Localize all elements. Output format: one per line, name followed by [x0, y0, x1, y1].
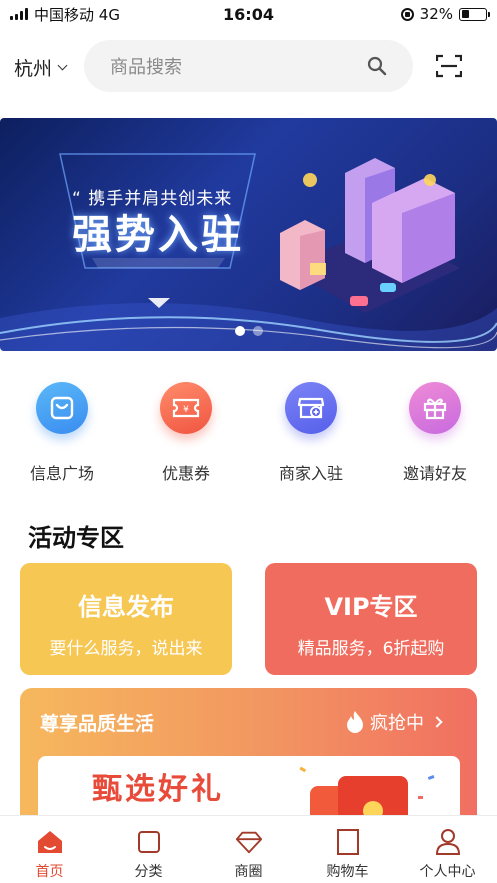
quick-item-label: 邀请好友: [402, 464, 467, 483]
banner-carousel[interactable]: “ 携手并肩共创未来 强势入驻: [0, 118, 497, 351]
tab-business-district[interactable]: 商圈: [199, 816, 298, 883]
card-title: 信息发布: [78, 593, 174, 621]
bottom-tab-bar: 首页 分类 商圈 购物车 个人中心: [0, 815, 497, 883]
quick-menu: 信息广场 ¥ 优惠券 商家入驻 邀请好友: [0, 382, 497, 484]
city-name: 杭州: [14, 58, 53, 80]
card-subtitle: 要什么服务，说出来: [49, 639, 203, 659]
card-subtitle: 精品服务，6折起购: [297, 639, 445, 659]
bag-icon: [36, 382, 88, 434]
flame-icon: [347, 711, 363, 733]
chevron-down-icon: [57, 60, 68, 70]
tab-home[interactable]: 首页: [0, 816, 99, 883]
tab-label: 首页: [35, 864, 64, 880]
info-publish-card[interactable]: 信息发布 要什么服务，说出来: [20, 563, 232, 675]
gift-icon: [409, 382, 461, 434]
vip-zone-card[interactable]: VIP专区 精品服务，6折起购: [265, 563, 477, 675]
carousel-dot[interactable]: [252, 326, 263, 336]
tab-label: 购物车: [326, 864, 369, 880]
diamond-icon: [235, 828, 263, 856]
scan-icon[interactable]: [436, 54, 462, 78]
banner-title: 强势入驻: [72, 212, 244, 258]
battery-percent: 32%: [419, 5, 453, 23]
promo-more-label: 疯抢中: [370, 713, 424, 734]
quick-item-coupon[interactable]: ¥ 优惠券: [131, 382, 241, 484]
tab-label: 个人中心: [419, 864, 476, 880]
section-title: 活动专区: [28, 524, 124, 552]
cart-icon: [334, 828, 362, 856]
signal-icon: [10, 8, 28, 20]
category-icon: [135, 828, 163, 856]
quick-item-label: 信息广场: [29, 464, 94, 483]
carousel-dot[interactable]: [234, 326, 245, 336]
promo-title: 尊享品质生活: [40, 713, 155, 735]
battery-icon: [459, 7, 490, 21]
quick-item-label: 商家入驻: [278, 464, 343, 483]
search-input[interactable]: 商品搜索: [84, 40, 413, 92]
tab-profile[interactable]: 个人中心: [398, 816, 497, 883]
top-header: 杭州 商品搜索: [0, 40, 497, 92]
quick-item-merchant-join[interactable]: 商家入驻: [256, 382, 366, 484]
card-title: VIP专区: [324, 593, 418, 621]
search-icon[interactable]: [367, 56, 387, 76]
tab-category[interactable]: 分类: [99, 816, 198, 883]
chevron-right-icon: [431, 716, 443, 728]
city-selector[interactable]: 杭州: [14, 54, 68, 81]
rotation-lock-icon: [400, 7, 414, 21]
status-bar: 中国移动 4G 16:04 32%: [0, 0, 497, 28]
quick-item-info-square[interactable]: 信息广场: [7, 382, 117, 484]
tab-cart[interactable]: 购物车: [298, 816, 397, 883]
tab-label: 分类: [134, 864, 163, 880]
user-icon: [434, 828, 462, 856]
home-icon: [36, 828, 64, 856]
carousel-indicator: [0, 326, 497, 336]
coupon-icon: ¥: [160, 382, 212, 434]
promo-more-link[interactable]: 疯抢中: [346, 709, 443, 735]
svg-text:¥: ¥: [183, 405, 189, 415]
tab-label: 商圈: [234, 864, 263, 880]
quick-item-invite-friends[interactable]: 邀请好友: [380, 382, 490, 484]
store-icon: [285, 382, 337, 434]
search-placeholder: 商品搜索: [110, 57, 182, 78]
quick-item-label: 优惠券: [161, 464, 210, 483]
carrier-name: 中国移动 4G: [34, 5, 120, 24]
